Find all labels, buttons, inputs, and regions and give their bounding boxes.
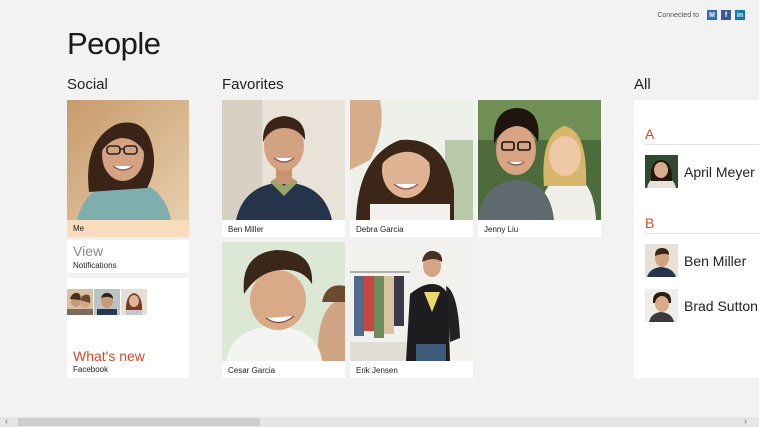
whats-new-tile[interactable]: What's new Facebook bbox=[67, 278, 189, 378]
group-letter-a[interactable]: A bbox=[645, 126, 654, 142]
friend-thumbnail bbox=[121, 289, 147, 315]
notifications-label: Notifications bbox=[73, 261, 117, 270]
me-photo bbox=[67, 100, 189, 220]
favorite-tile[interactable]: Jenny Liu bbox=[478, 100, 601, 237]
whats-new-label: What's new bbox=[73, 348, 145, 364]
horizontal-scrollbar[interactable]: ‹ › bbox=[0, 416, 759, 427]
me-tile[interactable]: Me bbox=[67, 100, 189, 237]
avatar bbox=[645, 244, 678, 277]
avatar bbox=[645, 289, 678, 322]
whats-new-thumbnails bbox=[67, 289, 147, 315]
contact-name: April Meyer bbox=[684, 163, 755, 180]
favorite-photo bbox=[478, 100, 601, 220]
windows-live-icon[interactable]: M bbox=[707, 10, 717, 20]
scroll-left-icon[interactable]: ‹ bbox=[5, 416, 8, 426]
scroll-right-icon[interactable]: › bbox=[744, 416, 747, 426]
group-divider bbox=[645, 144, 759, 145]
facebook-label: Facebook bbox=[73, 365, 109, 374]
favorite-tile[interactable]: Cesar Garcia bbox=[222, 242, 345, 378]
favorite-photo bbox=[350, 242, 473, 361]
favorite-tile[interactable]: Erik Jensen bbox=[350, 242, 473, 378]
group-letter-b[interactable]: B bbox=[645, 215, 654, 231]
friend-thumbnail bbox=[67, 289, 93, 315]
favorite-name: Cesar Garcia bbox=[228, 366, 276, 375]
group-divider bbox=[645, 233, 759, 234]
contact-item[interactable]: Brad Sutton bbox=[645, 289, 758, 322]
all-contacts-list: A April Meyer B Ben Miller Brad Sutton bbox=[634, 100, 759, 378]
section-title-social: Social bbox=[67, 76, 108, 93]
me-caption: Me bbox=[67, 220, 189, 237]
favorite-tile[interactable]: Debra Garcia bbox=[350, 100, 473, 237]
favorite-name: Ben Miller bbox=[228, 225, 264, 234]
contact-item[interactable]: Ben Miller bbox=[645, 244, 746, 277]
facebook-icon[interactable]: f bbox=[721, 10, 731, 20]
contact-name: Ben Miller bbox=[684, 252, 747, 269]
avatar bbox=[645, 155, 678, 188]
scroll-thumb[interactable] bbox=[18, 418, 260, 426]
contact-name: Brad Sutton bbox=[684, 297, 758, 314]
view-notifications-tile[interactable]: View Notifications bbox=[67, 240, 189, 273]
connected-services: Connected to M f in bbox=[657, 10, 745, 20]
favorite-tile[interactable]: Ben Miller bbox=[222, 100, 345, 237]
friend-thumbnail bbox=[94, 289, 120, 315]
favorite-photo bbox=[222, 242, 345, 361]
linkedin-icon[interactable]: in bbox=[735, 10, 745, 20]
favorite-photo bbox=[222, 100, 345, 220]
favorite-name: Erik Jensen bbox=[356, 366, 398, 375]
favorite-name: Jenny Liu bbox=[484, 225, 519, 234]
section-title-all: All bbox=[634, 76, 651, 93]
contact-item[interactable]: April Meyer bbox=[645, 155, 755, 188]
page-title: People bbox=[67, 26, 161, 61]
me-label: Me bbox=[73, 224, 85, 233]
view-label: View bbox=[73, 243, 104, 259]
section-title-favorites: Favorites bbox=[222, 76, 284, 93]
favorite-photo bbox=[350, 100, 473, 220]
favorite-name: Debra Garcia bbox=[356, 225, 404, 234]
connected-label: Connected to bbox=[657, 11, 699, 19]
